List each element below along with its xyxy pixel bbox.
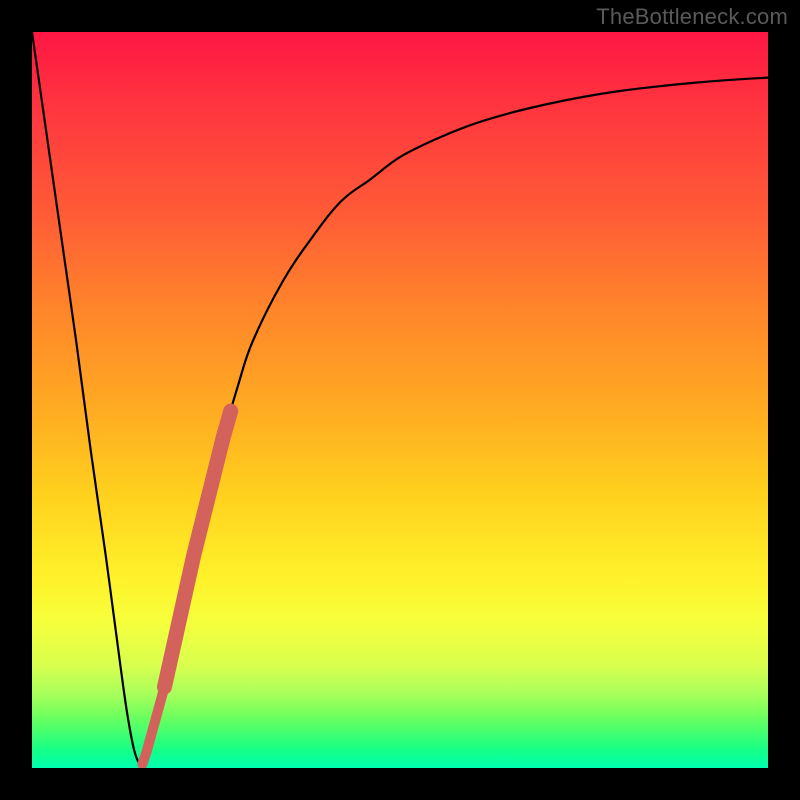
bottleneck-curve (32, 32, 768, 765)
highlight-segment (164, 411, 230, 687)
highlight-hook (142, 687, 164, 764)
plot-area (32, 32, 768, 768)
chart-frame: TheBottleneck.com (0, 0, 800, 800)
curve-svg (32, 32, 768, 768)
watermark-text: TheBottleneck.com (596, 4, 788, 30)
